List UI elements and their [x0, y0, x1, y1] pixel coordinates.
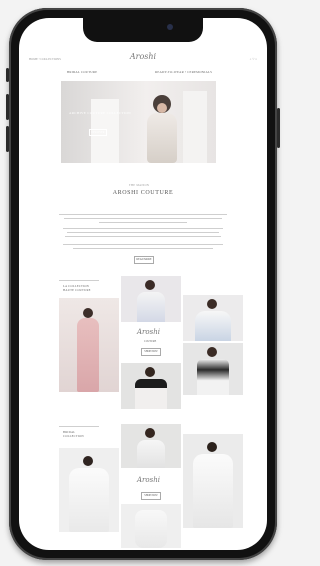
photo-white-blue-gown[interactable]: [183, 295, 243, 341]
model-gown: [197, 359, 229, 395]
model-gown: [137, 440, 165, 468]
model-gown: [195, 311, 231, 341]
model-head: [207, 347, 217, 357]
camera-icon: [167, 24, 173, 30]
text-line: [63, 244, 223, 245]
grid2-center-logo: Aroshi: [137, 476, 160, 484]
grid2-label: BRIDAL COLLECTION: [63, 430, 84, 438]
photo-bride-veil[interactable]: [183, 434, 243, 528]
grid1-sublabel-text: HAUTE COUTURE: [63, 288, 91, 292]
model-gown: [137, 292, 165, 322]
volume-up-button: [6, 94, 9, 120]
mute-switch: [6, 68, 9, 82]
intro-overline: THE MAISON: [129, 184, 150, 187]
grid2-shop-button[interactable]: SHOP NOW: [141, 492, 161, 500]
photo-bride-ballgown[interactable]: [59, 448, 119, 532]
divider: [59, 280, 99, 281]
model-gown: [135, 379, 167, 409]
text-line: [73, 248, 213, 249]
text-line: [64, 218, 222, 219]
model-face: [157, 103, 167, 113]
text-line: [99, 222, 187, 223]
model-gown: [147, 113, 177, 163]
photo-blue-gown[interactable]: [121, 276, 181, 322]
photo-bride-portrait[interactable]: [121, 424, 181, 468]
model-head: [83, 456, 93, 466]
hero-panel: [183, 91, 207, 163]
model-head: [145, 428, 155, 438]
model-head: [145, 280, 155, 290]
photo-beaded-gown[interactable]: [183, 343, 243, 395]
notch: [83, 18, 203, 42]
subnav-right[interactable]: READY-TO-WEAR • CEREMONIALS: [155, 70, 212, 74]
photo-pink-gown[interactable]: [59, 298, 119, 392]
model-head: [207, 442, 217, 452]
volume-down-button: [6, 126, 9, 152]
text-line: [65, 236, 221, 237]
phone-screen: HOME • COLLECTIONS Aroshi ⌕ ♡ ◻ BRIDAL C…: [19, 18, 267, 550]
grid2-sublabel-text: COLLECTION: [63, 434, 84, 438]
divider: [59, 426, 99, 427]
intro-title: AROSHI COUTURE: [112, 190, 174, 196]
subnav-left[interactable]: BRIDAL COUTURE: [67, 70, 97, 74]
grid1-shop-button[interactable]: SHOP NOW: [141, 348, 161, 356]
grid1-label: LA COLLECTION HAUTE COUTURE: [63, 284, 91, 292]
photo-black-bodice-gown[interactable]: [121, 363, 181, 409]
model-head: [83, 308, 93, 318]
header-icons: ⌕ ♡ ◻: [250, 57, 257, 61]
grid1-center-text: COUTURE: [144, 340, 157, 343]
read-more-button[interactable]: READ MORE: [134, 256, 154, 264]
hero-caption: ARCHIVE COUTURE COLLECTION: [69, 111, 131, 115]
site-header: HOME • COLLECTIONS Aroshi ⌕ ♡ ◻: [19, 52, 267, 66]
model-gown: [135, 510, 167, 548]
hero-banner[interactable]: ARCHIVE COUTURE COLLECTION DISCOVER: [61, 81, 216, 163]
power-button: [277, 108, 280, 148]
model-head: [207, 299, 217, 309]
text-line: [63, 228, 223, 229]
grid1-center-logo: Aroshi: [137, 328, 160, 336]
model-gown: [77, 318, 99, 392]
text-line: [67, 232, 219, 233]
model-head: [145, 367, 155, 377]
model-gown: [69, 468, 109, 532]
bag-icon[interactable]: ◻: [255, 57, 257, 61]
header-links[interactable]: HOME • COLLECTIONS: [29, 57, 61, 61]
photo-bride-bodice[interactable]: [121, 504, 181, 548]
text-line: [59, 214, 227, 215]
model-gown: [193, 454, 233, 528]
brand-logo[interactable]: Aroshi: [130, 52, 156, 61]
hero-discover-button[interactable]: DISCOVER: [89, 129, 107, 136]
